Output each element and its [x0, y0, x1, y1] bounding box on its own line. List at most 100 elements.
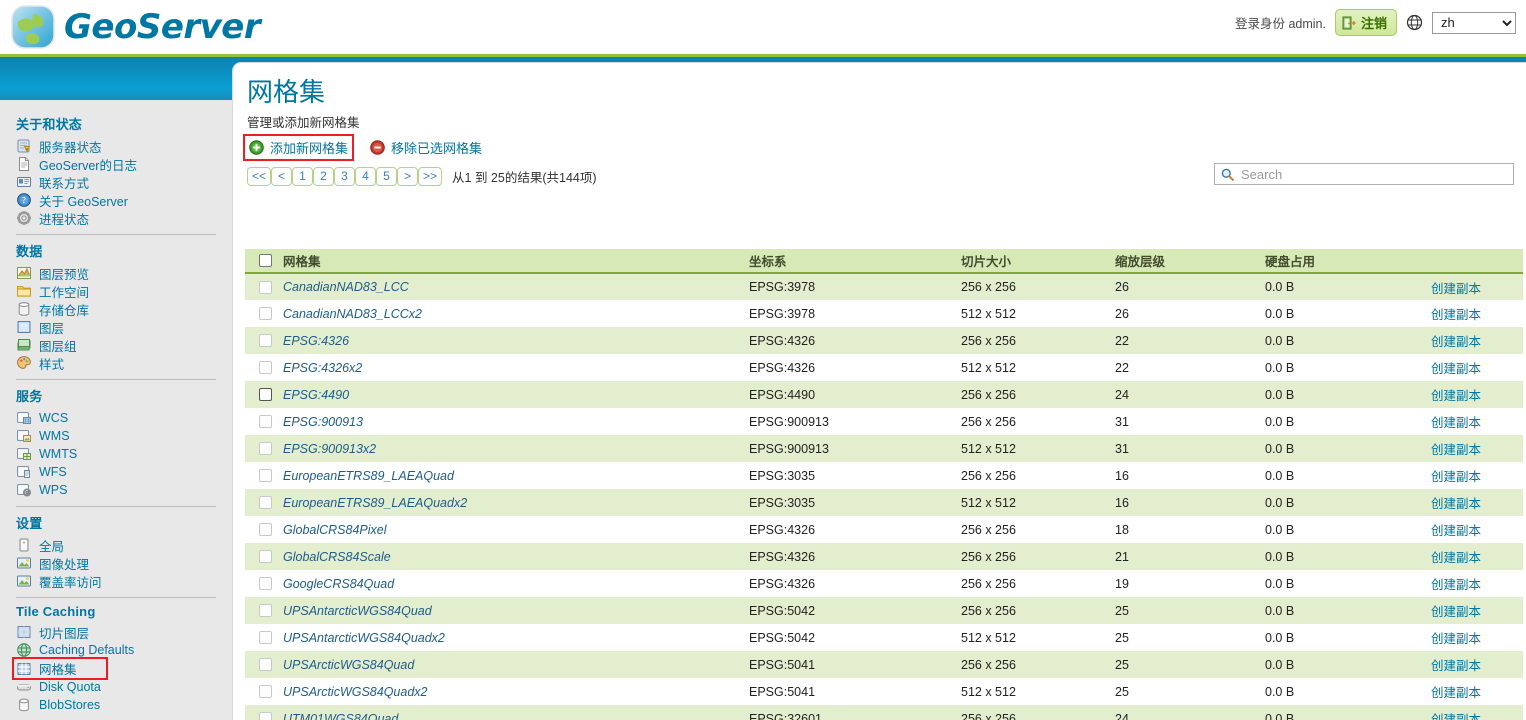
row-checkbox[interactable]	[259, 307, 272, 320]
gridset-name-link[interactable]: GoogleCRS84Quad	[283, 577, 394, 591]
row-checkbox[interactable]	[259, 334, 272, 347]
create-copy-link[interactable]: 创建副本	[1431, 497, 1481, 511]
add-new-gridset-button[interactable]: 添加新网格集	[242, 133, 355, 161]
row-checkbox[interactable]	[259, 442, 272, 455]
gridset-name-link[interactable]: UPSAntarcticWGS84Quad	[283, 604, 432, 618]
pagination-button-prevprev[interactable]: <<	[247, 166, 272, 186]
sidebar-item-wfs[interactable]: WFS	[14, 463, 218, 481]
pagination-button-4[interactable]: 4	[355, 166, 377, 186]
gridset-name-link[interactable]: GlobalCRS84Scale	[283, 550, 391, 564]
sidebar-item-服务器状态[interactable]: 服务器状态	[14, 137, 218, 155]
sidebar-item-存储仓库[interactable]: 存储仓库	[14, 300, 218, 318]
gridset-name-link[interactable]: UPSArcticWGS84Quad	[283, 658, 414, 672]
sidebar-item-wcs[interactable]: WCS	[14, 409, 218, 427]
brand-logo[interactable]: GeoServer	[8, 2, 261, 52]
pagination-button-prev[interactable]: <	[271, 166, 293, 186]
row-checkbox[interactable]	[259, 658, 272, 671]
pagination-button-2[interactable]: 2	[313, 166, 335, 186]
select-all-checkbox[interactable]	[259, 254, 272, 267]
header-crs[interactable]: 坐标系	[749, 249, 961, 274]
row-checkbox[interactable]	[259, 577, 272, 590]
row-checkbox[interactable]	[259, 631, 272, 644]
create-copy-link[interactable]: 创建副本	[1431, 524, 1481, 538]
row-checkbox[interactable]	[259, 361, 272, 374]
row-checkbox[interactable]	[259, 550, 272, 563]
create-copy-link[interactable]: 创建副本	[1431, 389, 1481, 403]
sidebar-item-图层[interactable]: 图层	[14, 318, 218, 336]
pagination-button-1[interactable]: 1	[292, 166, 314, 186]
sidebar-item-wps[interactable]: WPS	[14, 481, 218, 499]
sidebar-item-进程状态[interactable]: 进程状态	[14, 209, 218, 227]
sidebar-item-wmts[interactable]: WMTS	[14, 445, 218, 463]
create-copy-link[interactable]: 创建副本	[1431, 470, 1481, 484]
logout-button[interactable]: 注销	[1334, 9, 1397, 36]
row-checkbox[interactable]	[259, 523, 272, 536]
gridset-name-link[interactable]: EPSG:4326x2	[283, 361, 362, 375]
sidebar-item-blobstores[interactable]: BlobStores	[14, 696, 218, 714]
gridset-name-link[interactable]: CanadianNAD83_LCC	[283, 280, 409, 294]
gridset-name-link[interactable]: EPSG:4490	[283, 388, 349, 402]
sidebar-item-geoserver的日志[interactable]: GeoServer的日志	[14, 155, 218, 173]
language-select[interactable]: zhendefres	[1432, 11, 1516, 34]
sidebar-item-联系方式[interactable]: 联系方式	[14, 173, 218, 191]
gridset-name-link[interactable]: GlobalCRS84Pixel	[283, 523, 387, 537]
sidebar-item-disk-quota[interactable]: Disk Quota	[14, 678, 218, 696]
gridset-name-link[interactable]: UPSArcticWGS84Quadx2	[283, 685, 428, 699]
row-select-cell	[245, 678, 283, 705]
create-copy-link[interactable]: 创建副本	[1431, 443, 1481, 457]
row-checkbox[interactable]	[259, 685, 272, 698]
create-copy-link[interactable]: 创建副本	[1431, 551, 1481, 565]
sidebar-item-图像处理[interactable]: 图像处理	[14, 554, 218, 572]
header-gridset[interactable]: 网格集	[283, 249, 749, 274]
row-checkbox[interactable]	[259, 712, 272, 720]
create-copy-link[interactable]: 创建副本	[1431, 308, 1481, 322]
sidebar-item-工作空间[interactable]: 工作空间	[14, 282, 218, 300]
create-copy-link[interactable]: 创建副本	[1431, 335, 1481, 349]
header-zoom-levels[interactable]: 缩放层级	[1115, 249, 1265, 274]
create-copy-link[interactable]: 创建副本	[1431, 713, 1481, 720]
gridset-name-link[interactable]: EPSG:900913x2	[283, 442, 376, 456]
search-box[interactable]	[1214, 163, 1514, 185]
create-copy-link[interactable]: 创建副本	[1431, 282, 1481, 296]
sidebar-item-网格集[interactable]: 网格集	[12, 657, 108, 680]
gridset-name-link[interactable]: CanadianNAD83_LCCx2	[283, 307, 422, 321]
gridset-name-link[interactable]: UPSAntarcticWGS84Quadx2	[283, 631, 445, 645]
create-copy-link[interactable]: 创建副本	[1431, 686, 1481, 700]
gridset-name-link[interactable]: EuropeanETRS89_LAEAQuadx2	[283, 496, 467, 510]
table-row: EPSG:900913x2 EPSG:900913 512 x 512 31 0.0 B…	[245, 435, 1523, 462]
row-checkbox[interactable]	[259, 415, 272, 428]
row-checkbox[interactable]	[259, 469, 272, 482]
search-input[interactable]	[1239, 165, 1513, 183]
gridset-name-link[interactable]: EuropeanETRS89_LAEAQuad	[283, 469, 454, 483]
sidebar-item-关于-geoserver[interactable]: ? 关于 GeoServer	[14, 191, 218, 209]
pagination-button-next[interactable]: >	[397, 166, 419, 186]
sidebar-item-wms[interactable]: WMS	[14, 427, 218, 445]
sidebar-item-覆盖率访问[interactable]: 覆盖率访问	[14, 572, 218, 590]
sidebar-item-样式[interactable]: 样式	[14, 354, 218, 372]
gridset-name-link[interactable]: EPSG:4326	[283, 334, 349, 348]
pagination-button-nextnext[interactable]: >>	[418, 166, 443, 186]
remove-selected-gridsets-button[interactable]: 移除已选网格集	[366, 136, 486, 159]
header-disk-usage[interactable]: 硬盘占用	[1265, 249, 1431, 274]
row-checkbox[interactable]	[259, 280, 272, 294]
gridset-name-link[interactable]: EPSG:900913	[283, 415, 363, 429]
create-copy-link[interactable]: 创建副本	[1431, 578, 1481, 592]
create-copy-link[interactable]: 创建副本	[1431, 362, 1481, 376]
pagination-button-5[interactable]: 5	[376, 166, 398, 186]
gridset-name-link[interactable]: UTM01WGS84Quad	[283, 712, 398, 720]
create-copy-link[interactable]: 创建副本	[1431, 416, 1481, 430]
header-tile-size[interactable]: 切片大小	[961, 249, 1115, 274]
sidebar-item-全局[interactable]: 全局	[14, 536, 218, 554]
create-copy-link[interactable]: 创建副本	[1431, 605, 1481, 619]
wcs-icon	[16, 410, 32, 426]
sidebar-item-图层组[interactable]: 图层组	[14, 336, 218, 354]
sidebar-item-caching-defaults[interactable]: Caching Defaults	[14, 641, 218, 659]
create-copy-link[interactable]: 创建副本	[1431, 632, 1481, 646]
row-checkbox[interactable]	[259, 388, 272, 401]
create-copy-link[interactable]: 创建副本	[1431, 659, 1481, 673]
pagination-button-3[interactable]: 3	[334, 166, 356, 186]
sidebar-item-切片图层[interactable]: 切片图层	[14, 623, 218, 641]
row-checkbox[interactable]	[259, 496, 272, 509]
sidebar-item-图层预览[interactable]: 图层预览	[14, 264, 218, 282]
row-checkbox[interactable]	[259, 604, 272, 617]
